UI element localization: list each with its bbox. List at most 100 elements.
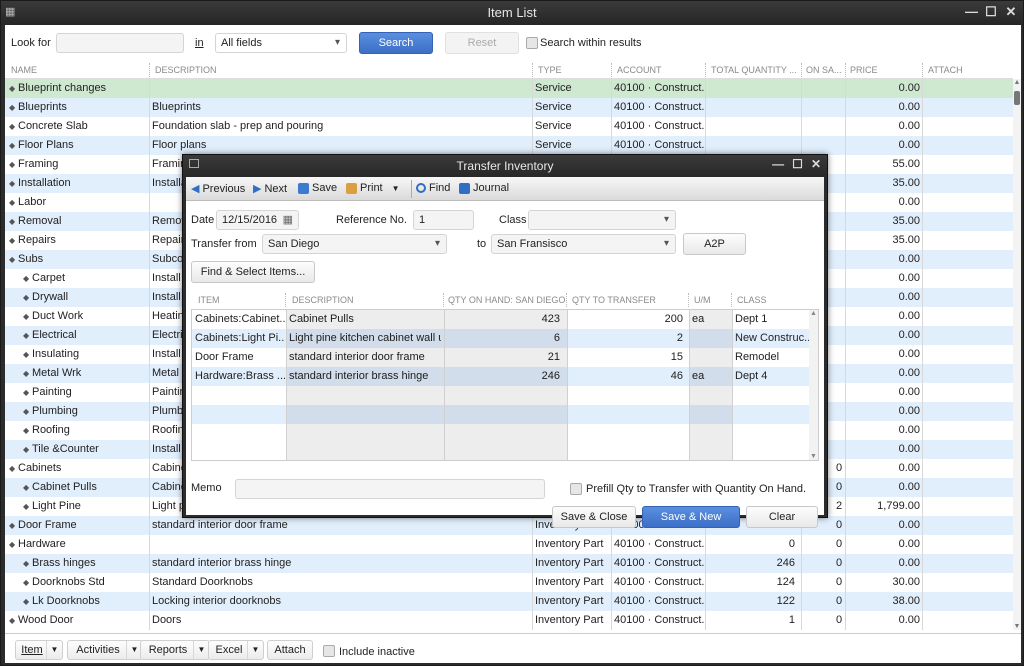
col-price[interactable]: PRICE — [850, 65, 878, 75]
table-row[interactable]: ◆ Concrete Slab Foundation slab - prep and… — [5, 117, 1013, 136]
activities-menu-button[interactable]: Activities ▼ — [67, 640, 143, 660]
item-name: Installation — [18, 177, 71, 189]
scroll-up-icon[interactable]: ▲ — [810, 310, 817, 317]
col-total-quantity[interactable]: TOTAL QUANTITY ... — [711, 65, 801, 75]
find-select-items-button[interactable]: Find & Select Items... — [191, 261, 315, 283]
look-for-input[interactable] — [56, 33, 184, 53]
journal-button[interactable]: Journal — [459, 182, 509, 194]
item-type: Service — [535, 82, 572, 94]
minimize-icon[interactable]: — — [965, 4, 978, 20]
include-inactive-checkbox[interactable] — [323, 645, 335, 657]
window-title: Item List — [487, 5, 537, 20]
date-field[interactable]: 12/15/2016 ▦ — [216, 210, 299, 230]
close-icon[interactable]: ✕ — [1005, 4, 1017, 20]
chevron-down-icon[interactable]: ▼ — [193, 641, 209, 659]
col-class[interactable]: CLASS — [737, 295, 767, 305]
chevron-down-icon[interactable]: ▼ — [247, 641, 263, 659]
dialog-title: Transfer Inventory — [456, 159, 554, 173]
previous-button[interactable]: ◀ Previous — [191, 182, 245, 196]
title-bar[interactable]: ▦ Item List — ☐ ✕ — [1, 1, 1023, 25]
table-row[interactable]: ◆ Lk Doorknobs Locking interior doorknobs I… — [5, 592, 1013, 611]
table-row[interactable]: ◆ Doorknobs Std Standard Doorknobs Inventor… — [5, 573, 1013, 592]
scroll-down-icon[interactable]: ▼ — [1013, 623, 1021, 630]
clear-button[interactable]: Clear — [746, 506, 818, 528]
prefill-checkbox[interactable] — [570, 483, 582, 495]
next-label: Next — [264, 182, 288, 195]
table-row[interactable]: ◆ Wood Door Doors Inventory Part 40100 · Con… — [5, 611, 1013, 630]
col-qty-on-hand[interactable]: QTY ON HAND: SAN DIEGO — [448, 295, 565, 305]
table-row[interactable]: ◆ Hardware Inventory Part 40100 · Construct… — [5, 535, 1013, 554]
scroll-down-icon[interactable]: ▼ — [810, 453, 817, 460]
col-attach[interactable]: ATTACH — [928, 65, 963, 75]
col-um[interactable]: U/M — [694, 295, 711, 305]
next-button[interactable]: ▶ Next — [253, 182, 288, 196]
item-price: 0.00 — [898, 481, 920, 493]
excel-menu-button[interactable]: Excel ▼ — [208, 640, 264, 660]
col-account[interactable]: ACCOUNT — [617, 65, 662, 75]
table-row[interactable]: ◆Door Framestandard interior door frameI… — [5, 516, 1013, 535]
item-bullet-icon: ◆ — [9, 84, 16, 93]
close-icon[interactable]: ✕ — [811, 157, 821, 171]
table-row[interactable]: ◆ Blueprint changes Service 40100 · Constru… — [5, 79, 1013, 98]
item-account: 40100 · Construct... — [614, 120, 704, 132]
transfer-from-select[interactable]: San Diego — [262, 234, 447, 254]
col-description[interactable]: DESCRIPTION — [292, 295, 354, 305]
a2p-button[interactable]: A2P — [683, 233, 746, 255]
date-label: Date — [191, 214, 215, 226]
item-bullet-icon: ◆ — [9, 521, 16, 530]
field-select[interactable]: All fields — [215, 33, 347, 53]
reference-field[interactable]: 1 — [413, 210, 474, 230]
dialog-title-bar[interactable]: Transfer Inventory — ☐ ✕ — [183, 155, 827, 177]
item-price: 38.00 — [892, 595, 920, 607]
search-within-checkbox[interactable] — [526, 37, 538, 49]
reports-menu-button[interactable]: Reports ▼ — [140, 640, 210, 660]
item-name: Duct Work — [32, 310, 84, 322]
item-account: 40100 · Construct... — [614, 557, 704, 569]
maximize-icon[interactable]: ☐ — [792, 157, 803, 171]
item-name: Insulating — [32, 348, 80, 360]
save-new-button[interactable]: Save & New — [642, 506, 740, 528]
chevron-down-icon[interactable]: ▼ — [392, 184, 400, 193]
item-price: 0.00 — [898, 291, 920, 303]
save-button[interactable]: Save — [298, 182, 337, 194]
search-button[interactable]: Search — [359, 32, 433, 54]
item-description: Doors — [152, 614, 182, 626]
item-bullet-icon: ◆ — [9, 179, 16, 188]
save-close-button[interactable]: Save & Close — [552, 506, 636, 528]
attach-button[interactable]: Attach — [267, 640, 313, 660]
scroll-up-icon[interactable]: ▲ — [1013, 79, 1021, 86]
minimize-icon[interactable]: — — [772, 157, 784, 171]
transfer-grid-scrollbar[interactable]: ▲ ▼ — [809, 310, 818, 460]
transfer-grid-header: ITEM DESCRIPTION QTY ON HAND: SAN DIEGO … — [191, 291, 819, 309]
table-row[interactable]: ◆ Brass hinges standard interior brass hin… — [5, 554, 1013, 573]
item-description: standard interior door frame — [152, 519, 288, 531]
find-button[interactable]: Find — [416, 182, 450, 194]
col-description[interactable]: DESCRIPTION — [155, 65, 217, 75]
calendar-icon[interactable]: ▦ — [283, 213, 293, 226]
item-bullet-icon: ◆ — [9, 103, 16, 112]
item-price: 0.00 — [898, 614, 920, 626]
item-description: Foundation slab - prep and pouring — [152, 120, 324, 132]
item-name: Concrete Slab — [18, 120, 88, 132]
memo-field[interactable] — [235, 479, 545, 499]
col-item[interactable]: ITEM — [198, 295, 220, 305]
print-button[interactable]: Print ▼ — [346, 182, 400, 194]
item-bullet-icon: ◆ — [23, 312, 30, 321]
col-on-sales-order[interactable]: ON SA... — [806, 65, 846, 75]
table-row[interactable]: ◆ Blueprints Blueprints Service 40100 · Cons… — [5, 98, 1013, 117]
item-quantity — [705, 101, 795, 115]
class-select[interactable] — [528, 210, 676, 230]
maximize-icon[interactable]: ☐ — [985, 4, 997, 20]
item-name: Carpet — [32, 272, 66, 284]
item-menu-button[interactable]: Item ▼ — [15, 640, 63, 660]
item-grid-scrollbar[interactable]: ▲ ▼ — [1013, 79, 1021, 630]
table-row[interactable]: ◆ Floor Plans Floor plans Service 40100 · Co… — [5, 136, 1013, 155]
reset-button[interactable]: Reset — [445, 32, 519, 54]
col-qty-to-transfer[interactable]: QTY TO TRANSFER — [572, 295, 656, 305]
col-name[interactable]: NAME — [11, 65, 37, 75]
scroll-thumb[interactable] — [1014, 91, 1020, 105]
transfer-to-select[interactable]: San Fransisco — [491, 234, 676, 254]
chevron-down-icon[interactable]: ▼ — [46, 641, 62, 659]
col-type[interactable]: TYPE — [538, 65, 562, 75]
item-bullet-icon: ◆ — [23, 502, 30, 511]
